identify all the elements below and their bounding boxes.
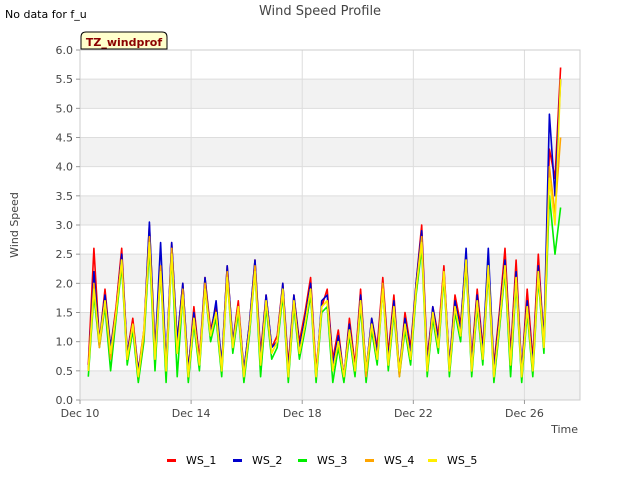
y-axis-ticks: 0.0 0.5 1.0 1.5 2.0 2.5 3.0 3.5 4.0 4.5 5.0 5.5 6.0 <box>56 44 80 407</box>
x-tick-label: Dec 18 <box>283 407 322 420</box>
legend-swatch-ws_1 <box>167 459 176 462</box>
legend-swatch-ws_3 <box>298 459 307 462</box>
chart-title: Wind Speed Profile <box>259 4 381 19</box>
plot-band <box>80 195 580 225</box>
legend: WS_1 WS_2 WS_3 WS_4 WS_5 <box>167 454 477 467</box>
legend-swatch-ws_5 <box>428 459 437 462</box>
badge-label: TZ_windprof <box>86 36 162 49</box>
x-tick-label: Dec 26 <box>505 407 544 420</box>
y-tick-label: 3.5 <box>56 190 74 203</box>
y-tick-label: 2.5 <box>56 248 74 261</box>
x-tick-label: Dec 22 <box>394 407 433 420</box>
legend-label-ws_4: WS_4 <box>384 454 414 467</box>
legend-label-ws_1: WS_1 <box>186 454 216 467</box>
x-axis-ticks: Dec 10 Dec 14 Dec 18 Dec 22 Dec 26 <box>61 400 544 420</box>
y-tick-label: 4.5 <box>56 132 74 145</box>
plot-band <box>80 137 580 167</box>
x-axis-label: Time <box>550 423 578 436</box>
x-tick-label: Dec 14 <box>172 407 211 420</box>
legend-swatch-ws_4 <box>365 459 374 462</box>
y-tick-label: 3.0 <box>56 219 74 232</box>
y-tick-label: 1.0 <box>56 336 74 349</box>
y-tick-label: 4.0 <box>56 161 74 174</box>
legend-swatch-ws_2 <box>233 459 242 462</box>
plot-band <box>80 370 580 400</box>
y-tick-label: 5.5 <box>56 73 74 86</box>
y-tick-label: 2.0 <box>56 277 74 290</box>
wind-speed-chart: No data for f_u Wind Speed Profile 0.00.… <box>5 4 581 467</box>
no-data-note: No data for f_u <box>5 8 87 21</box>
x-tick-label: Dec 10 <box>61 407 100 420</box>
y-tick-label: 5.0 <box>56 102 74 115</box>
legend-label-ws_2: WS_2 <box>252 454 282 467</box>
y-tick-label: 1.5 <box>56 307 74 320</box>
y-tick-label: 0.0 <box>56 394 74 407</box>
plot-band <box>80 79 580 109</box>
y-tick-label: 6.0 <box>56 44 74 57</box>
y-axis-label: Wind Speed <box>8 192 21 258</box>
legend-label-ws_3: WS_3 <box>317 454 347 467</box>
site-badge: TZ_windprof <box>80 31 168 50</box>
legend-label-ws_5: WS_5 <box>447 454 477 467</box>
y-tick-label: 0.5 <box>56 365 74 378</box>
